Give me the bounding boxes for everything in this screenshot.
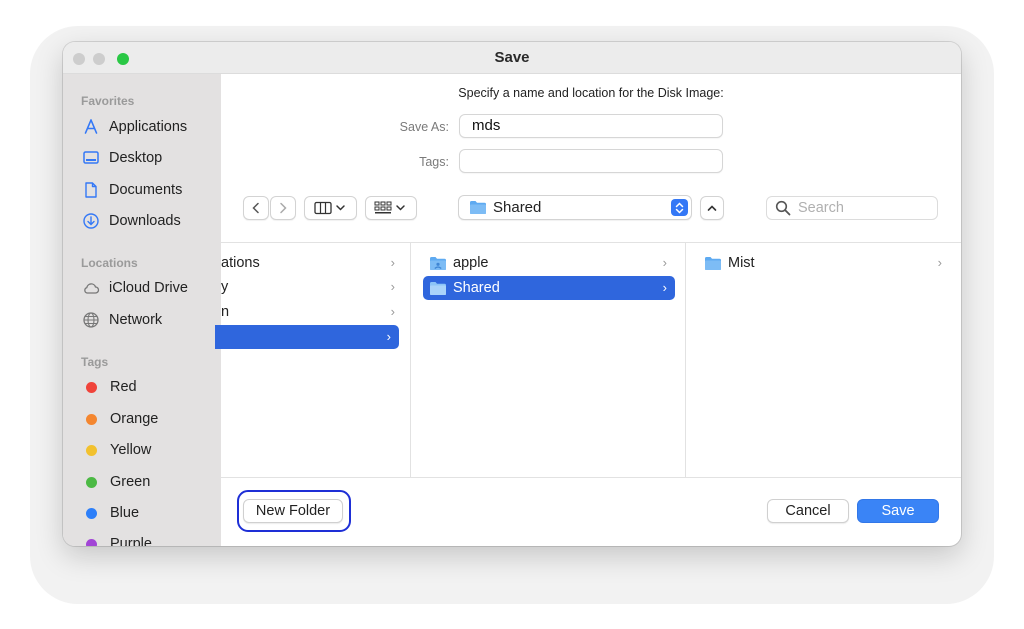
up-down-arrows-icon <box>671 199 688 216</box>
tags-label: Tags: <box>419 155 449 169</box>
sidebar-item-label: Purple <box>110 536 152 546</box>
sidebar-tag-purple[interactable]: Purple <box>81 532 215 546</box>
sidebar-item-label: Downloads <box>109 213 181 229</box>
column-view-icon <box>313 201 345 215</box>
browser-column-1: ations › y › n › › <box>215 243 411 477</box>
chevron-right-icon <box>280 202 287 214</box>
browser-column-2: apple › Shared › <box>411 243 686 477</box>
sidebar-item-label: Green <box>110 474 151 490</box>
downloads-icon <box>81 211 101 231</box>
list-item[interactable]: n › <box>221 300 403 324</box>
sidebar-item-label: Yellow <box>110 442 152 458</box>
search-placeholder: Search <box>798 200 844 216</box>
search-field[interactable]: Search <box>766 196 938 220</box>
folder-icon <box>705 256 721 270</box>
dialog-prompt: Specify a name and location for the Disk… <box>458 86 724 100</box>
tag-color-dot <box>86 413 97 425</box>
save-as-field[interactable]: mds <box>459 114 723 138</box>
sidebar-item-label: Desktop <box>109 150 163 166</box>
chevron-right-icon: › <box>390 255 395 270</box>
list-item[interactable]: ations › <box>221 251 403 275</box>
sidebar-header-locations: Locations <box>81 256 138 270</box>
folder-icon <box>470 201 486 214</box>
tags-field[interactable] <box>459 149 723 173</box>
tag-color-dot <box>86 507 97 519</box>
location-popup[interactable]: Shared <box>458 195 692 220</box>
list-item-selected[interactable]: › <box>215 325 399 349</box>
chevron-right-icon: › <box>937 255 942 270</box>
title-bar: Save <box>63 42 961 74</box>
location-popup-label: Shared <box>493 199 542 216</box>
chevron-right-icon: › <box>662 255 667 270</box>
sidebar-tag-red[interactable]: Red <box>81 375 215 399</box>
desktop-icon <box>81 148 101 168</box>
search-icon <box>775 200 791 216</box>
list-item-label: Shared <box>453 280 500 296</box>
user-folder-icon <box>430 256 446 270</box>
list-item[interactable]: apple › <box>423 251 675 275</box>
chevron-right-icon: › <box>662 280 667 295</box>
folder-icon <box>430 281 446 295</box>
new-folder-button[interactable]: New Folder <box>243 499 343 523</box>
window-title: Save <box>494 49 530 66</box>
tag-color-dot <box>86 476 97 488</box>
grid-icon <box>374 201 405 214</box>
chevron-right-icon: › <box>390 304 395 319</box>
chevron-right-icon: › <box>390 279 395 294</box>
list-item-label: apple <box>453 255 489 271</box>
sidebar-item-applications[interactable]: Applications <box>81 115 215 139</box>
list-item-label: y <box>221 279 229 295</box>
collapse-button[interactable] <box>700 196 724 220</box>
sidebar-item-desktop[interactable]: Desktop <box>81 146 215 170</box>
save-button[interactable]: Save <box>857 499 939 523</box>
sidebar-item-label: iCloud Drive <box>109 280 188 296</box>
sidebar-item-label: Network <box>109 312 163 328</box>
tag-color-dot <box>86 538 97 546</box>
sidebar-tag-green[interactable]: Green <box>81 470 215 494</box>
sidebar-header-favorites: Favorites <box>81 94 135 108</box>
list-item-label: n <box>221 304 230 320</box>
chevron-right-icon: › <box>386 329 391 344</box>
sidebar-item-label: Applications <box>109 119 188 135</box>
applications-icon <box>81 117 101 137</box>
column-browser: ations › y › n › › apple › Shared › Mist… <box>215 242 961 478</box>
forward-button[interactable] <box>270 196 296 220</box>
list-item-label: Mist <box>728 255 755 271</box>
sidebar-item-label: Blue <box>110 505 140 521</box>
group-button[interactable] <box>365 196 417 220</box>
sidebar-item-downloads[interactable]: Downloads <box>81 209 215 233</box>
list-item[interactable]: Mist › <box>698 251 950 275</box>
tag-color-dot <box>86 444 97 456</box>
documents-icon <box>81 180 101 200</box>
sidebar-item-icloud-drive[interactable]: iCloud Drive <box>81 276 215 300</box>
save-dialog: Save Favorites Applications Desktop Docu… <box>63 42 961 546</box>
chevron-up-icon <box>707 205 717 211</box>
back-button[interactable] <box>243 196 269 220</box>
sidebar-tag-orange[interactable]: Orange <box>81 407 215 431</box>
tag-color-dot <box>86 381 97 393</box>
list-item-selected[interactable]: Shared › <box>423 276 675 300</box>
sidebar-item-label: Orange <box>110 411 159 427</box>
cloud-icon <box>81 278 101 298</box>
globe-icon <box>81 310 101 330</box>
view-mode-button[interactable] <box>304 196 357 220</box>
sidebar-tag-blue[interactable]: Blue <box>81 501 215 525</box>
sidebar-item-documents[interactable]: Documents <box>81 178 215 202</box>
cancel-button[interactable]: Cancel <box>767 499 849 523</box>
sidebar-item-label: Documents <box>109 182 183 198</box>
save-as-label: Save As: <box>399 120 449 134</box>
sidebar-header-tags: Tags <box>81 355 109 369</box>
browser-column-3: Mist › <box>686 243 961 477</box>
sidebar: Favorites Applications Desktop Documents… <box>63 74 221 546</box>
sidebar-tag-yellow[interactable]: Yellow <box>81 438 215 462</box>
list-item[interactable]: y › <box>221 275 403 299</box>
list-item-label: ations <box>221 255 260 271</box>
sidebar-item-network[interactable]: Network <box>81 308 215 332</box>
sidebar-item-label: Red <box>110 379 137 395</box>
chevron-left-icon <box>252 202 259 214</box>
